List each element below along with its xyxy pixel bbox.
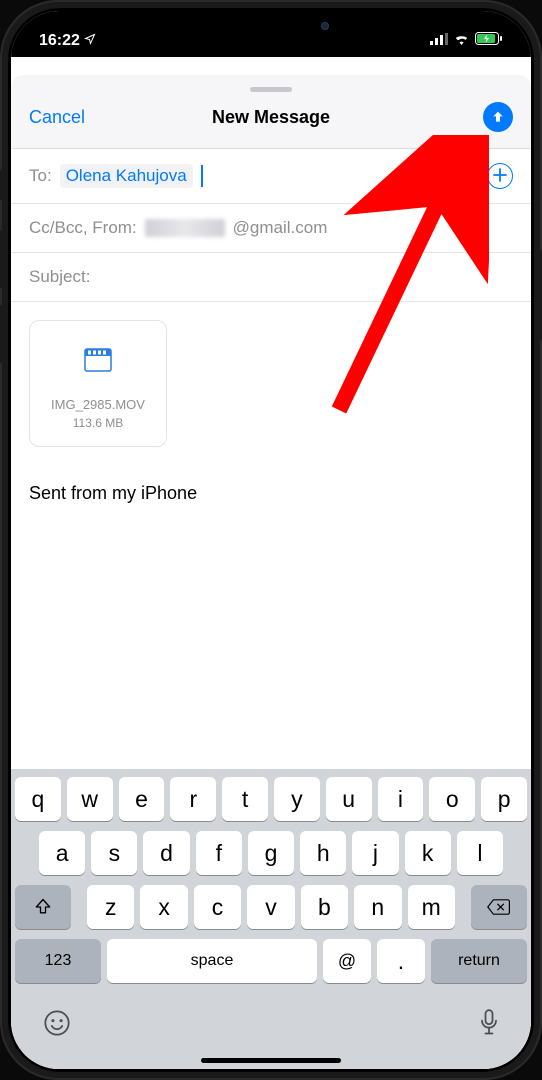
sheet-grabber[interactable]	[250, 87, 292, 92]
key-j[interactable]: j	[352, 831, 398, 875]
at-key[interactable]: @	[323, 939, 371, 983]
keyboard-row-1: qwertyuiop	[15, 777, 527, 821]
volume-up-button	[0, 230, 2, 288]
from-email-suffix: @gmail.com	[233, 218, 328, 238]
emoji-button[interactable]	[43, 1009, 71, 1042]
key-k[interactable]: k	[405, 831, 451, 875]
key-c[interactable]: c	[194, 885, 241, 929]
add-contact-button[interactable]	[487, 163, 513, 189]
key-x[interactable]: x	[140, 885, 187, 929]
microphone-icon	[479, 1009, 499, 1037]
key-h[interactable]: h	[300, 831, 346, 875]
key-z[interactable]: z	[87, 885, 134, 929]
key-t[interactable]: t	[222, 777, 268, 821]
email-body[interactable]: IMG_2985.MOV 113.6 MB Sent from my iPhon…	[11, 302, 531, 769]
volume-down-button	[0, 305, 2, 363]
status-time: 16:22	[39, 32, 80, 50]
video-file-icon	[81, 343, 115, 377]
key-m[interactable]: m	[408, 885, 455, 929]
home-indicator[interactable]	[201, 1058, 341, 1063]
shift-key[interactable]	[15, 885, 71, 929]
arrow-up-icon	[490, 109, 506, 125]
attachment-size: 113.6 MB	[40, 416, 156, 430]
keyboard: qwertyuiop asdfghjkl zxcvbnm 123 space	[11, 769, 531, 1069]
dictation-button[interactable]	[479, 1009, 499, 1042]
key-l[interactable]: l	[457, 831, 503, 875]
key-e[interactable]: e	[119, 777, 165, 821]
subject-field[interactable]: Subject:	[11, 253, 531, 302]
compose-header: Cancel New Message	[11, 75, 531, 149]
space-key[interactable]: space	[107, 939, 317, 983]
key-y[interactable]: y	[274, 777, 320, 821]
keyboard-row-2: asdfghjkl	[15, 831, 527, 875]
key-v[interactable]: v	[247, 885, 294, 929]
keyboard-row-3: zxcvbnm	[15, 885, 527, 929]
redacted-email-prefix	[145, 219, 225, 237]
key-g[interactable]: g	[248, 831, 294, 875]
to-label: To:	[29, 166, 52, 186]
numbers-key[interactable]: 123	[15, 939, 101, 983]
notch	[171, 11, 371, 41]
key-n[interactable]: n	[354, 885, 401, 929]
recipient-chip[interactable]: Olena Kahujova	[60, 164, 193, 188]
key-w[interactable]: w	[67, 777, 113, 821]
key-a[interactable]: a	[39, 831, 85, 875]
key-u[interactable]: u	[326, 777, 372, 821]
cellular-signal-icon	[430, 32, 448, 50]
key-d[interactable]: d	[143, 831, 189, 875]
return-key[interactable]: return	[431, 939, 527, 983]
battery-icon	[475, 32, 503, 50]
keyboard-bottom-bar	[15, 993, 527, 1052]
to-field[interactable]: To: Olena Kahujova	[11, 149, 531, 204]
page-title: New Message	[212, 107, 330, 128]
send-button[interactable]	[483, 102, 513, 132]
text-cursor	[201, 165, 203, 187]
key-o[interactable]: o	[429, 777, 475, 821]
key-i[interactable]: i	[378, 777, 424, 821]
key-f[interactable]: f	[196, 831, 242, 875]
cancel-button[interactable]: Cancel	[29, 107, 85, 128]
attachment-card[interactable]: IMG_2985.MOV 113.6 MB	[29, 320, 167, 447]
email-signature: Sent from my iPhone	[29, 483, 513, 504]
backspace-key[interactable]	[471, 885, 527, 929]
ccbcc-from-label: Cc/Bcc, From:	[29, 218, 137, 238]
shift-icon	[33, 897, 53, 917]
phone-frame: 16:22	[0, 0, 542, 1080]
location-arrow-icon	[84, 32, 96, 50]
wifi-icon	[453, 32, 470, 50]
period-key[interactable]: .	[377, 939, 425, 983]
subject-label: Subject:	[29, 267, 90, 287]
keyboard-row-4: 123 space @ . return	[15, 939, 527, 983]
silence-switch	[0, 170, 2, 200]
key-q[interactable]: q	[15, 777, 61, 821]
backspace-icon	[487, 898, 511, 916]
key-s[interactable]: s	[91, 831, 137, 875]
plus-icon	[493, 168, 507, 182]
attachment-name: IMG_2985.MOV	[40, 397, 156, 412]
key-p[interactable]: p	[481, 777, 527, 821]
key-b[interactable]: b	[301, 885, 348, 929]
ccbcc-from-field[interactable]: Cc/Bcc, From: @gmail.com	[11, 204, 531, 253]
emoji-icon	[43, 1009, 71, 1037]
key-r[interactable]: r	[170, 777, 216, 821]
